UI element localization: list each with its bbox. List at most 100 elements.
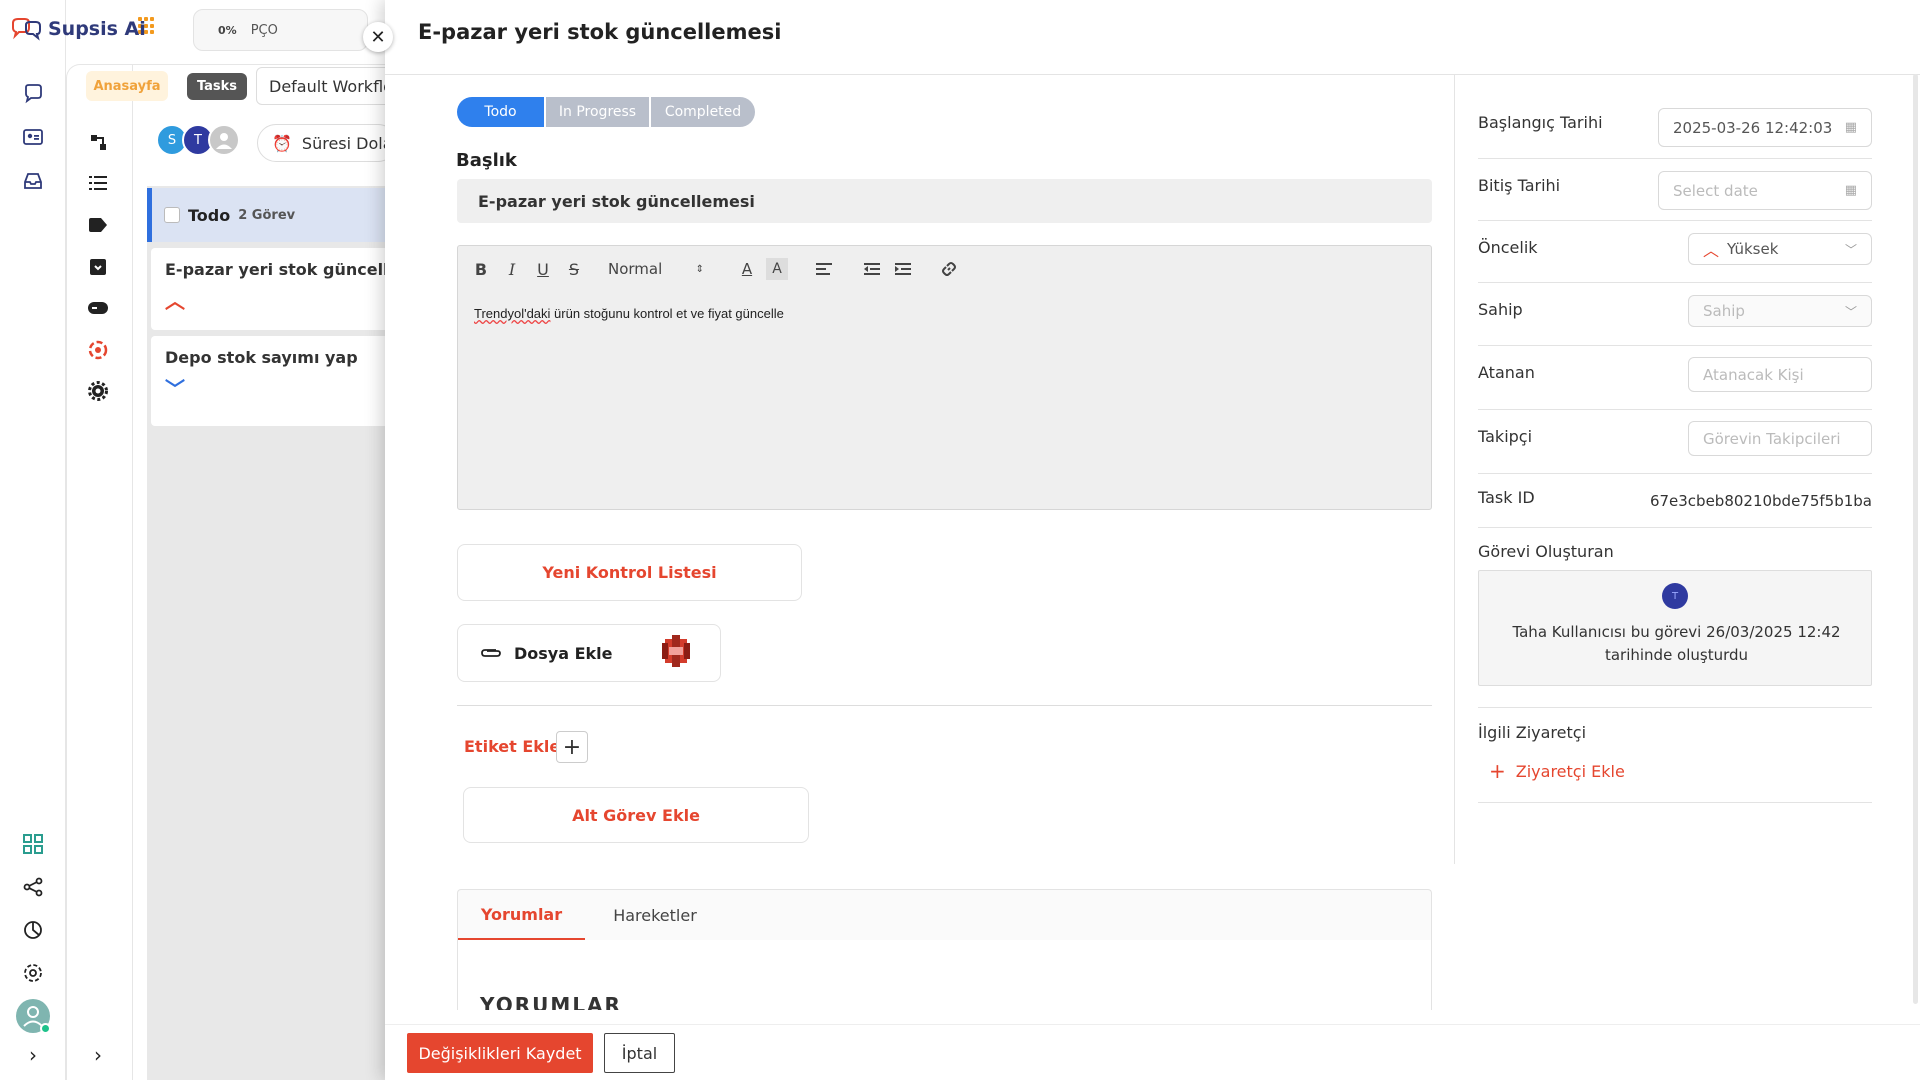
link-icon[interactable] [938,258,960,280]
task-card[interactable]: E-pazar yeri stok güncellemesi ︿ [151,248,397,330]
spellcheck-word: Trendyol'daki [474,306,551,321]
visitor-label: İlgili Ziyaretçi [1478,723,1587,742]
assignee-label: Atanan [1478,363,1535,382]
divider [1478,527,1872,528]
user-avatar[interactable] [16,999,51,1034]
file-storage-icon [661,635,691,671]
online-indicator [40,1023,51,1034]
breadcrumb-tasks[interactable]: Tasks [187,73,247,100]
section-divider [457,705,1432,706]
tab-activities[interactable]: Hareketler [585,890,725,941]
assignee-placeholder: Atanacak Kişi [1703,365,1804,384]
column-header[interactable]: Todo 2 Görev [147,188,397,242]
format-select-value: Normal [608,260,663,278]
tag-icon[interactable] [82,209,114,241]
comments-area: YORUMLAR [457,940,1432,1010]
expand-sidebar-icon[interactable]: › [17,1040,49,1070]
align-icon[interactable] [813,258,835,280]
divider [1478,473,1872,474]
status-tab-completed[interactable]: Completed [651,97,755,127]
follower-input[interactable]: Görevin Takipcileri [1688,421,1872,456]
status-tab-todo[interactable]: Todo [457,97,544,127]
text-color-icon[interactable]: A [736,258,758,280]
add-tag-label[interactable]: Etiket Ekle [464,737,560,756]
start-date-label: Başlangıç Tarihi [1478,113,1603,132]
expired-filter-button[interactable]: ⏰ Süresi Dolan [257,124,397,162]
expired-filter-label: Süresi Dolan [301,133,397,153]
owner-label: Sahip [1478,300,1523,319]
end-date-field[interactable]: Select date ▦ [1658,171,1872,210]
add-subtask-button[interactable]: Alt Görev Ekle [463,787,809,843]
breadcrumb-home[interactable]: Anasayfa [86,71,168,101]
background-color-icon[interactable]: A [766,258,788,280]
calendar-icon: ▦ [1844,120,1857,135]
settings-icon[interactable] [17,957,49,989]
owner-placeholder: Sahip [1703,302,1745,320]
archive-icon[interactable] [82,251,114,283]
creator-avatar: T [1662,583,1688,609]
list-icon[interactable] [82,167,114,199]
cancel-button[interactable]: İptal [604,1033,675,1073]
indent-icon[interactable] [892,258,914,280]
task-card-title: E-pazar yeri stok güncellemesi [165,260,397,279]
start-date-field[interactable]: 2025-03-26 12:42:03 ▦ [1658,108,1872,147]
paperclip-icon [480,644,502,663]
outdent-icon[interactable] [861,258,883,280]
collapse-panel-icon[interactable]: › [82,1040,114,1070]
column-checkbox[interactable] [164,207,180,223]
divider [1478,345,1872,346]
start-date-value: 2025-03-26 12:42:03 [1673,118,1833,137]
format-select[interactable]: Normal ⇕ [608,258,704,280]
reports-icon[interactable] [17,914,49,946]
creator-label: Görevi Oluşturan [1478,542,1614,561]
end-date-placeholder: Select date [1673,181,1758,200]
title-input[interactable]: E-pazar yeri stok güncellemesi [457,179,1432,223]
workflow-select[interactable]: Default Workflow [256,67,396,105]
italic-icon[interactable]: I [501,258,523,280]
divider [1478,282,1872,283]
divider [1478,158,1872,159]
add-file-label: Dosya Ekle [514,643,613,663]
panel-title: E-pazar yeri stok güncellemesi [418,20,782,44]
strikethrough-icon[interactable]: S [563,258,585,280]
follower-placeholder: Görevin Takipcileri [1703,429,1841,448]
task-card[interactable]: Depo stok sayımı yap ﹀ [151,336,397,426]
workflow-icon[interactable] [82,126,114,158]
contacts-icon[interactable] [17,121,49,153]
gamepad-icon[interactable] [82,292,114,324]
alarm-icon: ⏰ [272,133,292,153]
add-visitor-button[interactable]: + Ziyaretçi Ekle [1489,759,1625,783]
divider [1478,220,1872,221]
owner-select[interactable]: Sahip ﹀ [1688,295,1872,327]
description-editor[interactable]: B I U S Normal ⇕ A A Trendyol'daki ürün s… [457,245,1432,510]
gear-icon[interactable] [82,375,114,407]
header-divider [385,74,1920,75]
save-button[interactable]: Değişiklikleri Kaydet [407,1033,593,1073]
underline-icon[interactable]: U [532,258,554,280]
assignee-input[interactable]: Atanacak Kişi [1688,357,1872,392]
column-count: 2 Görev [238,207,296,223]
close-icon[interactable]: ✕ [363,22,393,52]
chat-icon[interactable] [17,77,49,109]
task-id-value: 67e3cbeb80210bde75f5b1ba [1649,492,1872,510]
priority-select[interactable]: ︿ Yüksek ﹀ [1688,233,1872,265]
brand-logo[interactable]: Supsis Ai [10,14,146,44]
scrollbar[interactable] [1913,74,1918,1004]
status-tab-in-progress[interactable]: In Progress [546,97,649,127]
dashboard-icon[interactable] [17,828,49,860]
tab-comments[interactable]: Yorumlar [458,890,585,941]
avatar[interactable] [208,124,240,156]
share-icon[interactable] [17,871,49,903]
inbox-icon[interactable] [17,165,49,197]
bold-icon[interactable]: B [470,258,492,280]
new-checklist-button[interactable]: Yeni Kontrol Listesi [457,544,802,601]
brand-name: Supsis Ai [48,18,146,40]
add-file-button[interactable]: Dosya Ekle [457,624,721,682]
column-divider [1454,74,1455,864]
priority-low-icon: ﹀ [165,377,185,401]
add-tag-plus-icon[interactable]: + [556,731,588,763]
integration-icon[interactable] [82,334,114,366]
progress-chip[interactable]: 0% PÇO [193,9,368,51]
divider [1478,802,1872,803]
priority-high-icon: ︿ [1703,241,1720,260]
